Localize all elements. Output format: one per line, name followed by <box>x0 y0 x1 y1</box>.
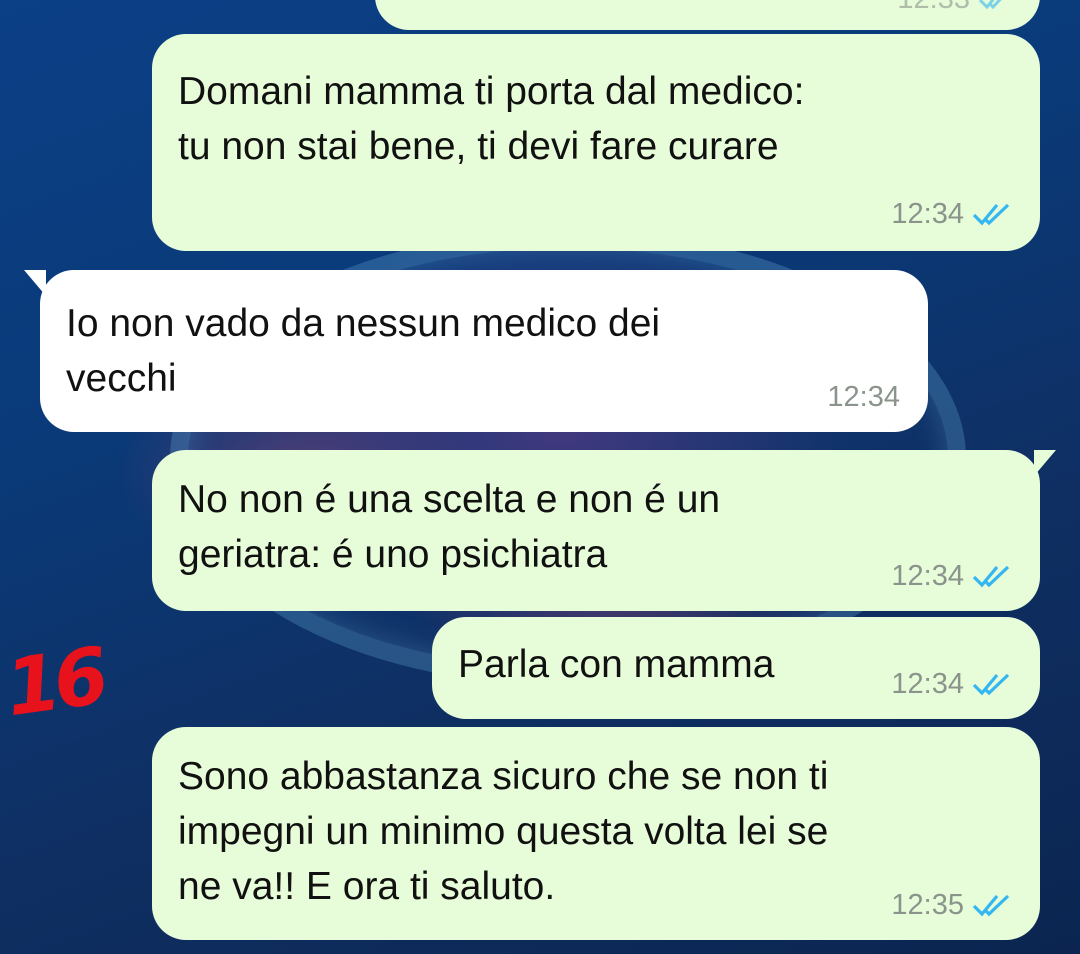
message-meta: 12:34 <box>891 559 1012 593</box>
message-time: 12:34 <box>891 560 964 592</box>
double-check-icon <box>972 671 1012 697</box>
message-bubble-outgoing[interactable]: No non é una scelta e non é un geriatra:… <box>152 450 1056 611</box>
bubble-tail <box>24 270 46 296</box>
message-text: Parla con mamma <box>458 643 775 686</box>
message-time: 12:33 <box>897 0 970 16</box>
message-time: 12:34 <box>891 668 964 700</box>
bubble-tail <box>1034 450 1056 476</box>
message-time: 12:34 <box>827 381 900 413</box>
message-bubble-previous[interactable]: 12:33 <box>375 0 1040 30</box>
double-check-icon <box>972 563 1012 589</box>
message-meta: 12:35 <box>891 888 1012 922</box>
message-meta: 12:34 <box>891 667 1012 701</box>
handwritten-annotation-number: 16 <box>0 631 109 735</box>
message-meta: 12:33 <box>897 0 1012 16</box>
message-text: Domani mamma ti porta dal medico: tu non… <box>178 70 805 168</box>
message-time: 12:34 <box>891 198 964 230</box>
message-bubble-outgoing[interactable]: Domani mamma ti porta dal medico: tu non… <box>152 34 1040 251</box>
double-check-icon <box>972 892 1012 918</box>
message-bubble-outgoing[interactable]: Parla con mamma 12:34 <box>432 617 1040 719</box>
double-check-icon <box>972 201 1012 227</box>
message-time: 12:35 <box>891 889 964 921</box>
message-text: Io non vado da nessun medico dei vecchi <box>66 302 661 400</box>
message-text: No non é una scelta e non é un geriatra:… <box>178 478 721 576</box>
message-bubble-incoming[interactable]: Io non vado da nessun medico dei vecchi … <box>24 270 928 432</box>
message-meta: 12:34 <box>891 197 1012 231</box>
message-text: Sono abbastanza sicuro che se non ti imp… <box>178 755 829 908</box>
message-bubble-outgoing[interactable]: Sono abbastanza sicuro che se non ti imp… <box>152 727 1040 940</box>
double-check-icon <box>978 0 1012 10</box>
message-meta: 12:34 <box>827 380 900 414</box>
